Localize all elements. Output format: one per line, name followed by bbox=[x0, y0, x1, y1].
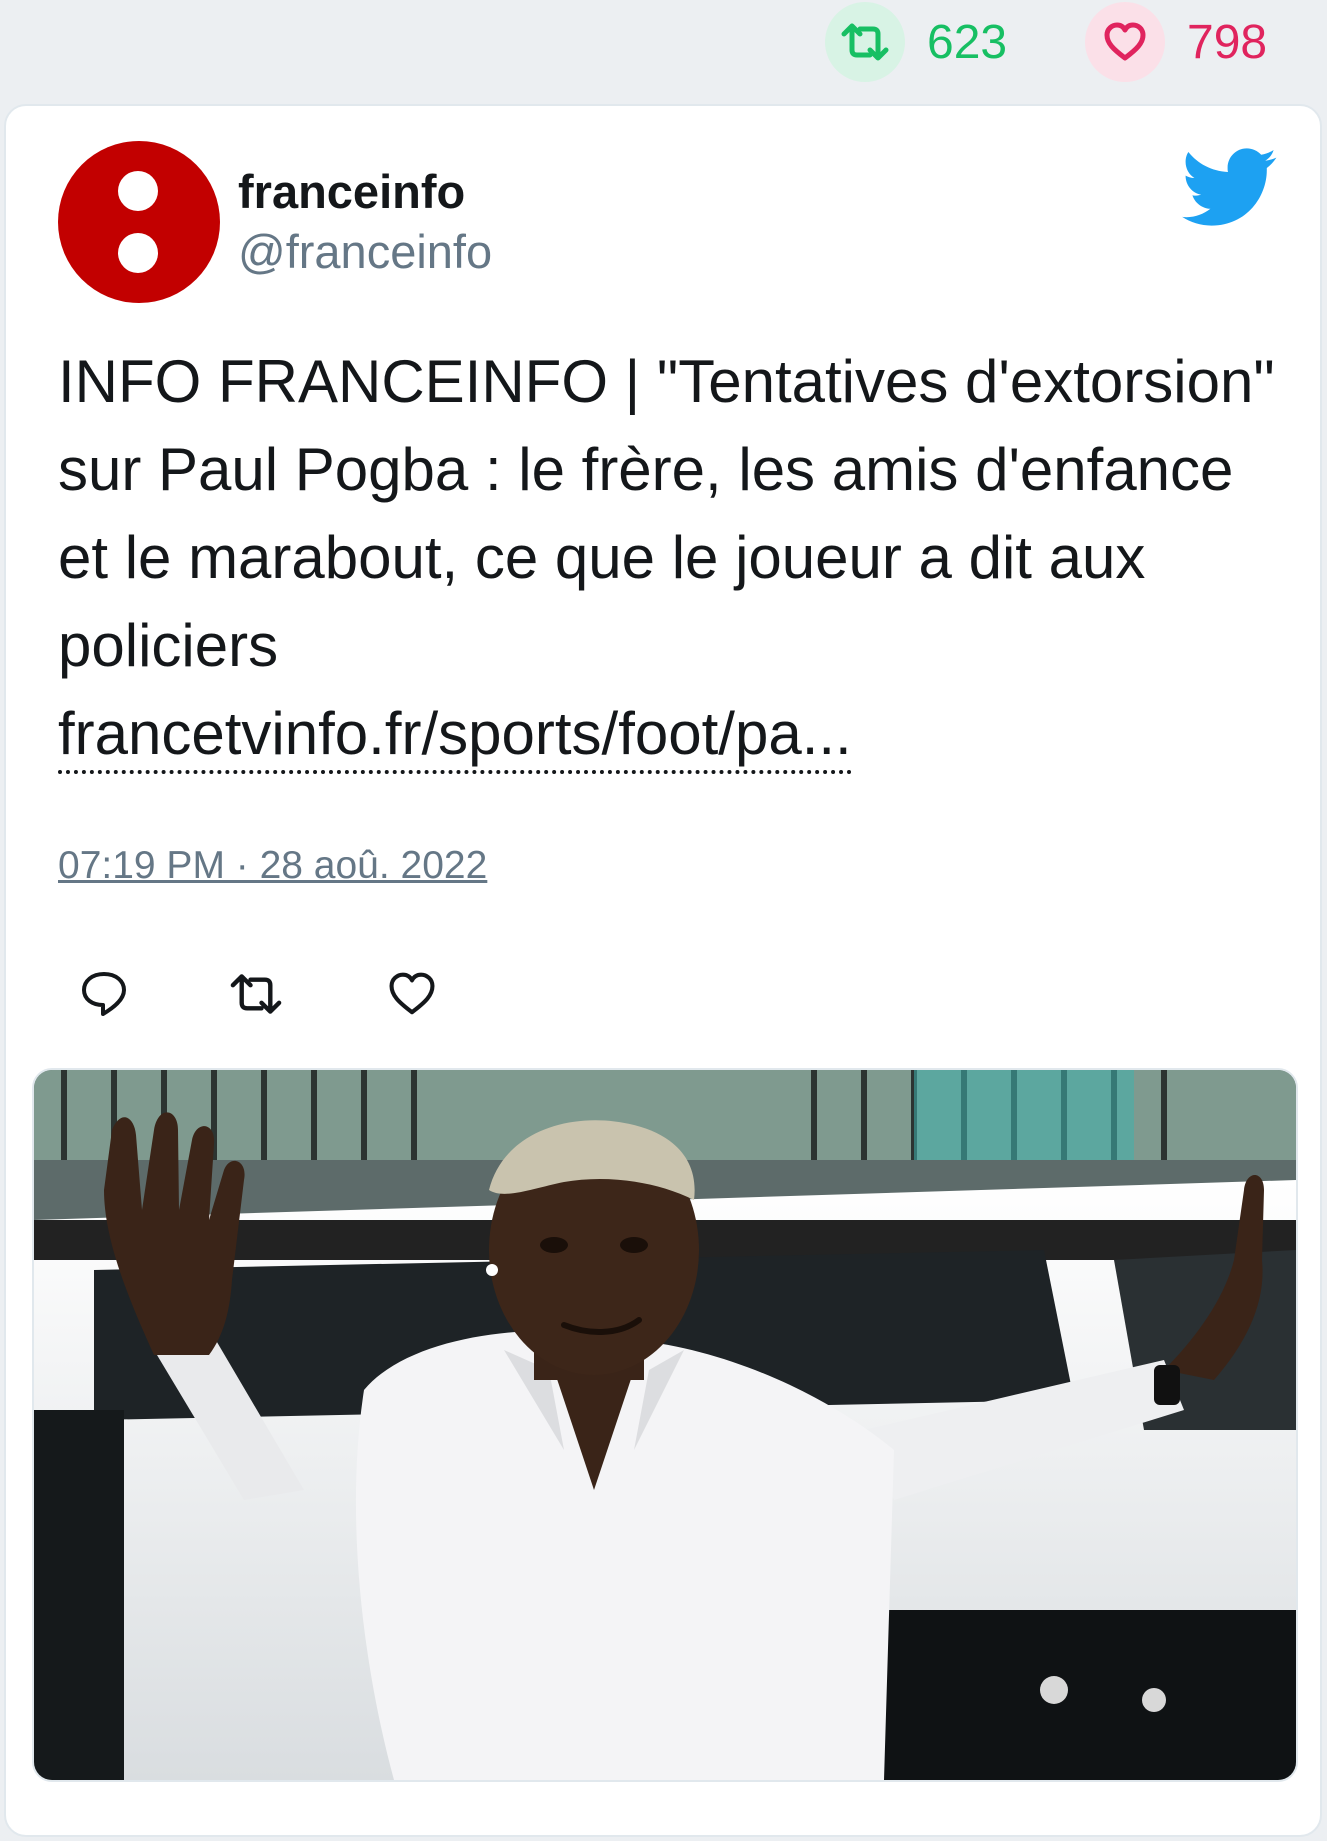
avatar[interactable] bbox=[58, 141, 220, 303]
photo-illustration bbox=[34, 1070, 1296, 1780]
retweet-button[interactable] bbox=[228, 966, 284, 1022]
tweet-body: INFO FRANCEINFO | "Tentatives d'extorsio… bbox=[58, 348, 1275, 679]
engagement-stats: 623 798 bbox=[0, 0, 1327, 96]
retweet-icon bbox=[825, 2, 905, 82]
author-handle[interactable]: @franceinfo bbox=[238, 224, 492, 279]
reply-icon bbox=[82, 972, 126, 1016]
retweet-icon bbox=[230, 974, 282, 1014]
like-button[interactable] bbox=[384, 966, 440, 1022]
tweet-card: franceinfo @franceinfo INFO FRANCEINFO |… bbox=[4, 104, 1322, 1837]
reply-button[interactable] bbox=[76, 966, 132, 1022]
avatar-logo-dot bbox=[118, 233, 158, 273]
heart-icon bbox=[389, 972, 435, 1015]
author-display-name[interactable]: franceinfo bbox=[238, 164, 465, 219]
tweet-text: INFO FRANCEINFO | "Tentatives d'extorsio… bbox=[58, 338, 1288, 778]
like-stat[interactable]: 798 bbox=[1085, 2, 1267, 82]
tweet-link[interactable]: francetvinfo.fr/sports/foot/pa... bbox=[58, 698, 852, 774]
tweet-photo[interactable] bbox=[32, 1068, 1298, 1782]
twitter-bird-icon[interactable] bbox=[1182, 148, 1278, 228]
like-count: 798 bbox=[1187, 15, 1268, 69]
heart-icon bbox=[1085, 2, 1165, 82]
retweet-count: 623 bbox=[927, 15, 1008, 69]
tweet-timestamp[interactable]: 07:19 PM · 28 aoû. 2022 bbox=[58, 844, 487, 888]
avatar-logo-dot bbox=[118, 171, 158, 211]
retweet-stat[interactable]: 623 bbox=[825, 2, 1007, 82]
